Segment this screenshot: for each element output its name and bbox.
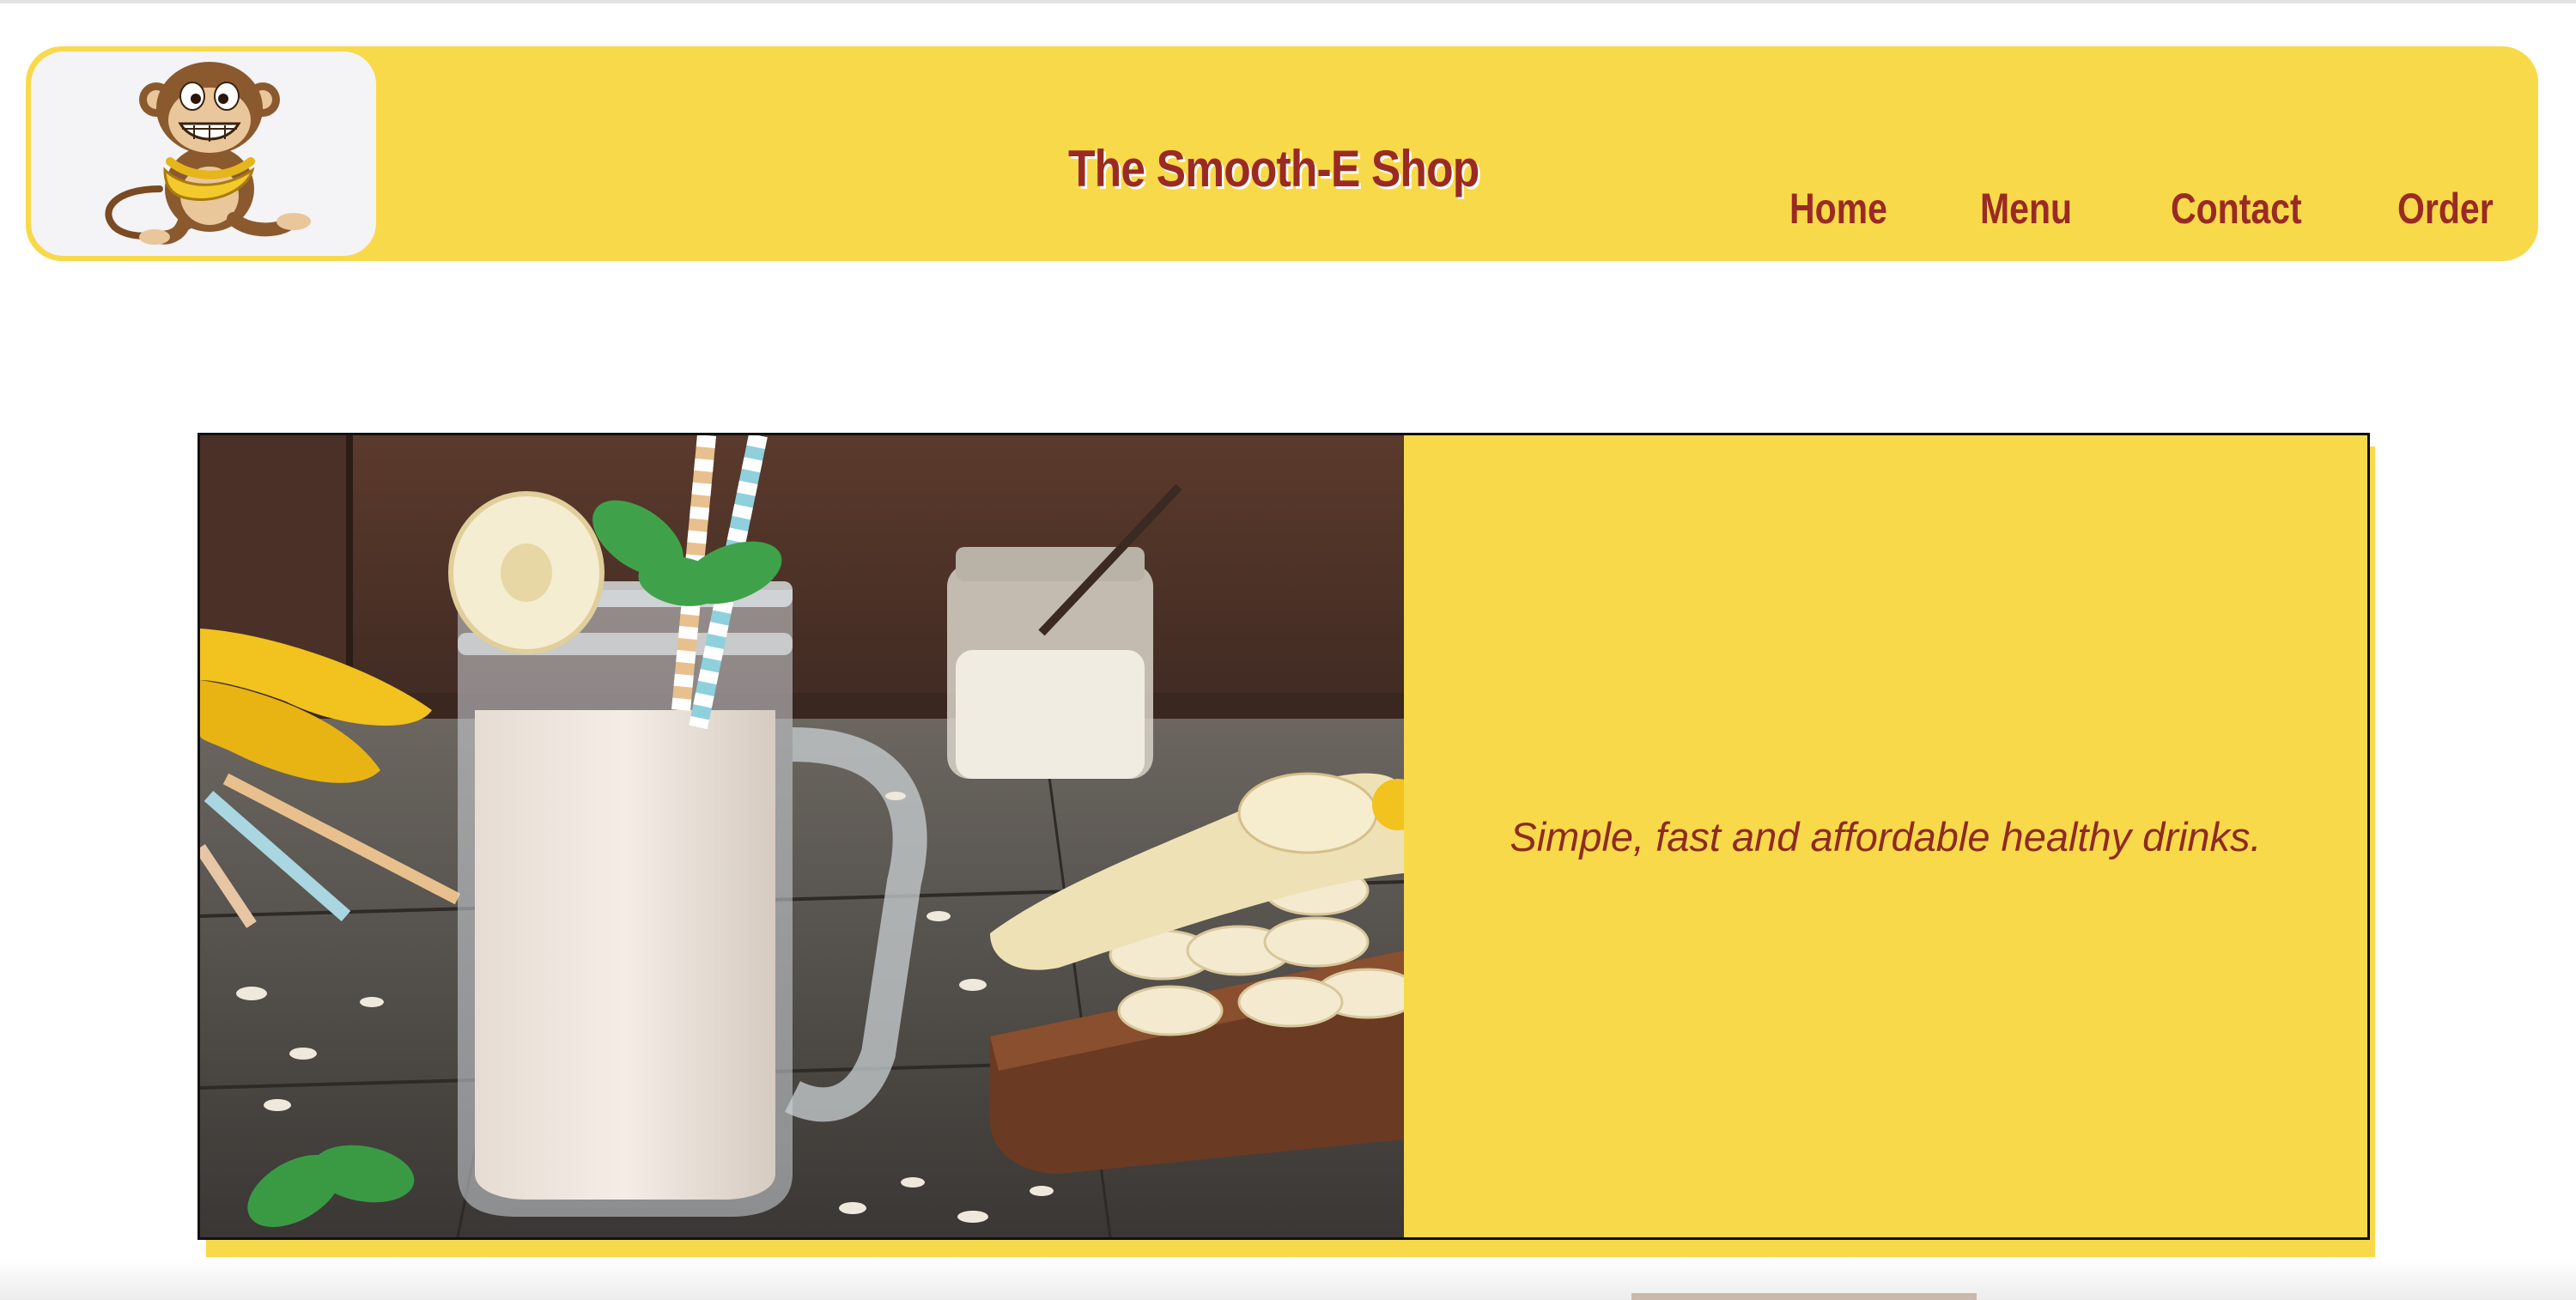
banana-smoothie-photo-icon — [200, 435, 1404, 1237]
monkey-logo-icon — [105, 62, 311, 245]
hero-banner: Simple, fast and affordable healthy drin… — [197, 433, 2370, 1240]
nav-order[interactable]: Order — [2397, 184, 2494, 252]
next-section-image-edge — [1631, 1293, 1977, 1300]
tagline-text: Simple, fast and affordable healthy drin… — [1510, 813, 2262, 860]
nav-menu[interactable]: Menu — [1980, 184, 2072, 252]
site-header: The Smooth-E Shop Home Menu Contact Orde… — [26, 46, 2538, 261]
nav-home[interactable]: Home — [1789, 184, 1887, 252]
tagline-panel: Simple, fast and affordable healthy drin… — [1404, 435, 2367, 1237]
section-divider-shadow — [0, 1259, 2576, 1300]
nav-contact[interactable]: Contact — [2171, 184, 2302, 252]
logo-link[interactable] — [31, 52, 376, 256]
site-title: The Smooth-E Shop — [1068, 140, 1479, 197]
page: The Smooth-E Shop Home Menu Contact Orde… — [0, 0, 2576, 1300]
browser-top-rule — [0, 0, 2576, 3]
smoothie-photo — [200, 435, 1404, 1237]
